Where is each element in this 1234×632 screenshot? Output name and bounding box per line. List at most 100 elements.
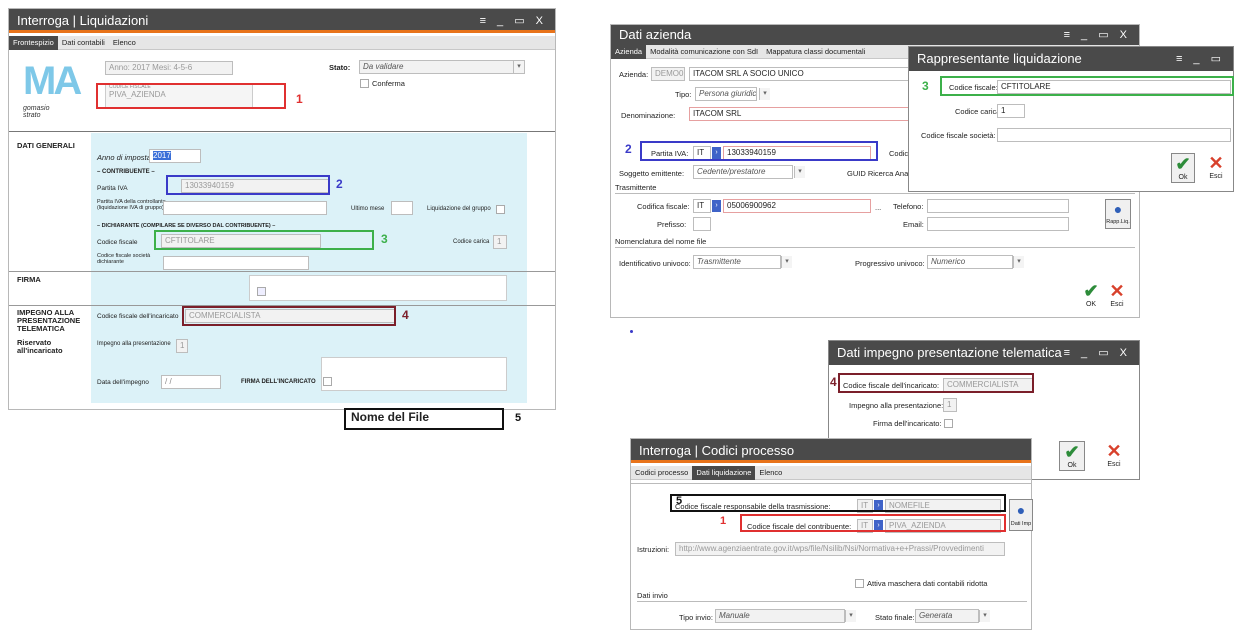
impegno-pres-label: Impegno alla presentazione: [97, 341, 171, 347]
marker-3: 3: [381, 232, 388, 246]
esci-button[interactable]: ✕ Esci: [1107, 281, 1127, 308]
chevron-down-icon[interactable]: ▾: [1013, 256, 1024, 268]
logo-subtitle: gomasio strato: [23, 105, 50, 119]
ok-button[interactable]: ✔ Ok: [1171, 153, 1195, 183]
trasmittente-heading: Trasmittente: [615, 183, 657, 192]
tipo-label: Tipo:: [675, 90, 692, 99]
tab-azienda[interactable]: Azienda: [611, 45, 647, 59]
ok-button[interactable]: ✔ Ok: [1059, 441, 1085, 471]
prog-univoco-label: Progressivo univoco:: [855, 259, 925, 268]
email-field[interactable]: [927, 217, 1069, 231]
impegno-pres-field[interactable]: 1: [176, 339, 188, 353]
azienda-label: Azienda:: [619, 70, 649, 79]
marker-2: 2: [336, 177, 343, 191]
chevron-down-icon[interactable]: ▾: [759, 88, 770, 100]
tipo-invio-select[interactable]: Manuale: [715, 609, 845, 623]
codice-trunc-label: Codic: [889, 149, 909, 158]
codice-carica-field[interactable]: 1: [493, 235, 507, 249]
data-impegno-label: Data dell'impegno: [97, 379, 149, 386]
piva-controllante-field[interactable]: [163, 201, 327, 215]
tipo-invio-label: Tipo invio:: [679, 613, 713, 622]
attiva-label: Attiva maschera dati contabili ridotta: [867, 579, 988, 588]
window-title: Rappresentante liquidazione: [917, 51, 1082, 66]
carica-field[interactable]: 1: [997, 104, 1025, 118]
marker-5: 5: [515, 412, 522, 424]
esci-button[interactable]: ✕ Esci: [1205, 153, 1227, 180]
email-label: Email:: [903, 220, 924, 229]
ok-label: Ok: [1178, 174, 1188, 181]
codifica-country-field[interactable]: IT: [693, 199, 711, 213]
stato-select[interactable]: Da validare: [359, 60, 525, 74]
divider: [631, 483, 1031, 484]
marker-4: 4: [402, 308, 409, 322]
tab-elenco[interactable]: Elenco: [109, 36, 140, 50]
cf-societa-field[interactable]: [163, 256, 309, 270]
ellipsis-button[interactable]: ...: [875, 203, 881, 212]
rapp-liq-label: Rapp.Liq.: [1106, 219, 1130, 225]
chevron-down-icon[interactable]: ▾: [794, 166, 805, 178]
checkmark-icon: ✔: [1175, 154, 1191, 174]
esci-button[interactable]: ✕ Esci: [1103, 441, 1125, 468]
window-controls[interactable]: ≡ _ ▭ X: [480, 9, 547, 30]
telefono-field[interactable]: [927, 199, 1069, 213]
tab-modalita-sdi[interactable]: Modalità comunicazione con SdI: [646, 45, 762, 59]
tab-dati-liquidazione[interactable]: Dati liquidazione: [692, 466, 756, 480]
cf-societa-field[interactable]: [997, 128, 1231, 142]
firma-incaricato-checkbox[interactable]: [323, 377, 332, 386]
chevron-down-icon[interactable]: ▾: [845, 610, 856, 622]
dati-invio-heading: Dati invio: [637, 591, 668, 600]
firma-checkbox[interactable]: [257, 287, 266, 296]
esci-label: Esci: [1107, 461, 1121, 468]
divider: [615, 247, 1135, 248]
liq-gruppo-checkbox[interactable]: [496, 205, 505, 214]
section-riservato: Riservato all'incaricato: [17, 338, 63, 355]
soggetto-label: Soggetto emittente:: [619, 169, 685, 178]
tab-elenco[interactable]: Elenco: [755, 466, 786, 480]
istruzioni-field[interactable]: http://www.agenziaentrate.gov.it/wps/fil…: [675, 542, 1005, 556]
dati-imp-button[interactable]: ● Dati Imp: [1009, 499, 1033, 531]
stato-label: Stato:: [329, 63, 351, 72]
tipo-select[interactable]: Persona giuridica: [695, 87, 757, 101]
marker-2b: 2: [625, 142, 632, 156]
highlight-1: [96, 83, 286, 109]
azienda-name-field: ITACOM SRL A SOCIO UNICO: [689, 67, 909, 81]
titlebar: Rappresentante liquidazione ≡ _ ▭: [909, 47, 1233, 71]
marker-3b: 3: [922, 79, 929, 93]
prefisso-field[interactable]: [693, 217, 711, 231]
stato-finale-select[interactable]: Generata: [915, 609, 979, 623]
dati-imp-label: Dati Imp: [1010, 521, 1032, 527]
anno-imposta-field[interactable]: 2017: [149, 149, 201, 163]
tab-codici-processo[interactable]: Codici processo: [631, 466, 692, 480]
anno-mesi-field: Anno: 2017 Mesi: 4-5-6: [105, 61, 233, 75]
tab-dati-contabili[interactable]: Dati contabili: [58, 36, 109, 50]
id-univoco-select[interactable]: Trasmittente: [693, 255, 781, 269]
telefono-label: Telefono:: [893, 202, 924, 211]
ok-button[interactable]: ✔ OK: [1081, 281, 1101, 308]
firma-incaricato-label: FIRMA DELL'INCARICATO: [241, 379, 316, 385]
rapp-liq-button[interactable]: ● Rapp.Liq.: [1105, 199, 1131, 229]
codifica-label: Codifica fiscale:: [637, 202, 690, 211]
prog-univoco-select[interactable]: Numerico: [927, 255, 1013, 269]
chevron-down-icon[interactable]: ▾: [513, 61, 524, 73]
attiva-checkbox[interactable]: [855, 579, 864, 588]
chevron-down-icon[interactable]: ▾: [979, 610, 990, 622]
ok-label: Ok: [1067, 462, 1077, 469]
chevron-down-icon[interactable]: ▾: [781, 256, 792, 268]
window-controls[interactable]: ≡ _ ▭: [1176, 47, 1225, 71]
data-impegno-field[interactable]: / /: [161, 375, 221, 389]
chevron-right-icon[interactable]: ›: [712, 200, 721, 212]
conferma-checkbox[interactable]: [360, 79, 369, 88]
window-controls[interactable]: ≡ _ ▭ X: [1064, 25, 1131, 45]
checkmark-icon: ✔: [1083, 281, 1099, 301]
tab-frontespizio[interactable]: Frontespizio: [9, 36, 58, 50]
ultimo-mese-field[interactable]: [391, 201, 413, 215]
codifica-field[interactable]: 05006900962: [723, 199, 871, 213]
anno-imposta-value: 2017: [153, 151, 171, 160]
impegno-field[interactable]: 1: [943, 398, 957, 412]
soggetto-select[interactable]: Cedente/prestatore: [693, 165, 793, 179]
window-controls[interactable]: ≡ _ ▭ X: [1064, 341, 1131, 365]
tab-mappatura[interactable]: Mappatura classi documentali: [762, 45, 869, 59]
denominazione-field[interactable]: ITACOM SRL: [689, 107, 909, 121]
firma-checkbox[interactable]: [944, 419, 953, 428]
checkmark-icon: ✔: [1064, 442, 1080, 462]
